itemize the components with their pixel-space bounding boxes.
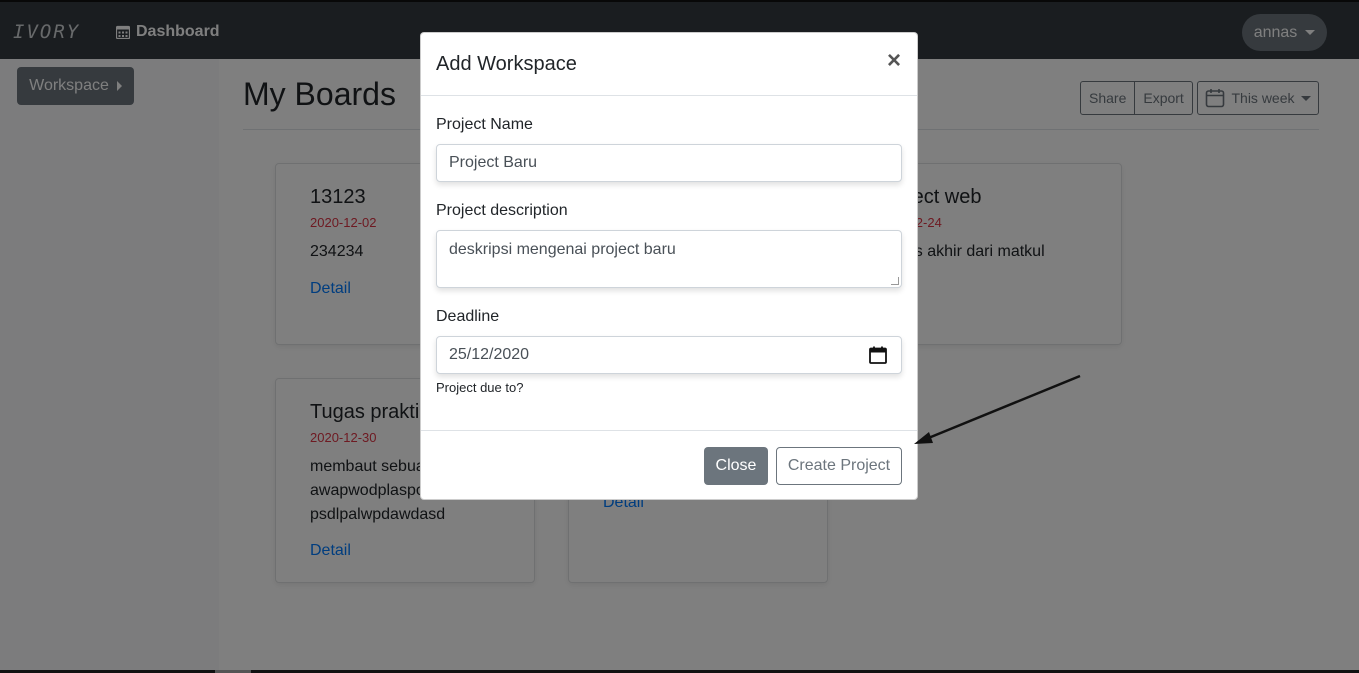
project-name-input[interactable]: Project Baru xyxy=(436,144,902,182)
project-name-label: Project Name xyxy=(436,116,533,133)
close-button[interactable]: Close xyxy=(704,447,768,485)
deadline-value: 25/12/2020 xyxy=(449,346,530,363)
modal-header: Add Workspace × xyxy=(421,33,917,96)
create-project-button[interactable]: Create Project xyxy=(776,447,902,485)
close-icon[interactable]: × xyxy=(887,49,901,73)
deadline-date-input[interactable]: 25/12/2020 xyxy=(436,336,902,374)
add-workspace-modal: Add Workspace × Project Name Project Bar… xyxy=(420,32,918,500)
project-description-value: deskripsi mengenai project baru xyxy=(449,241,676,258)
modal-title: Add Workspace xyxy=(436,53,577,75)
modal-footer: Close Create Project xyxy=(421,430,917,500)
project-description-textarea[interactable]: deskripsi mengenai project baru xyxy=(436,230,902,288)
calendar-picker-icon[interactable] xyxy=(869,346,887,364)
project-description-label: Project description xyxy=(436,202,568,219)
project-name-value: Project Baru xyxy=(449,154,538,171)
deadline-help-text: Project due to? xyxy=(436,380,524,395)
resize-handle-icon[interactable] xyxy=(891,277,899,285)
deadline-label: Deadline xyxy=(436,308,500,325)
